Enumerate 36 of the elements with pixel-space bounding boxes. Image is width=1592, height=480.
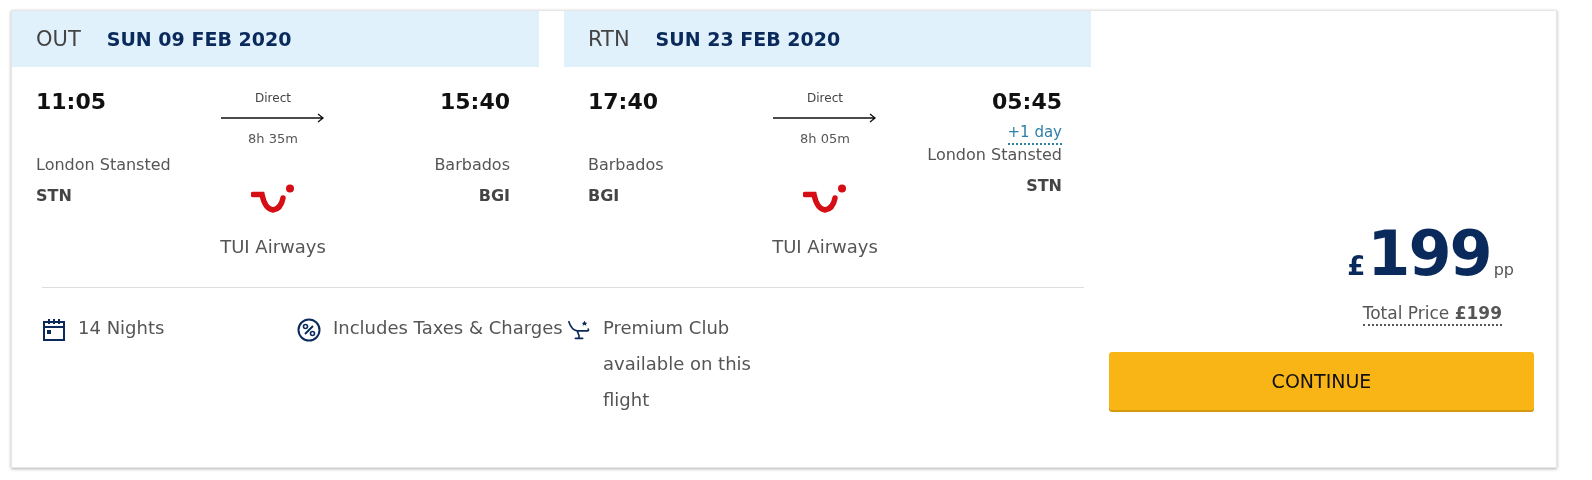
percent-icon bbox=[297, 318, 321, 342]
feature-text: 14 Nights bbox=[78, 316, 165, 340]
arrival-city: Barbados bbox=[434, 155, 510, 174]
price-amount: 199 bbox=[1367, 219, 1491, 289]
airline-name: TUI Airways bbox=[220, 236, 326, 257]
arrival-code: BGI bbox=[478, 186, 510, 205]
stops-label: Direct bbox=[255, 91, 291, 105]
arrow-icon bbox=[221, 113, 325, 123]
reclining-seat-icon bbox=[567, 318, 591, 342]
leg-date: SUN 09 FEB 2020 bbox=[106, 28, 292, 50]
calendar-icon bbox=[42, 318, 66, 342]
price-unit: pp bbox=[1493, 260, 1514, 279]
departure-city: London Stansted bbox=[36, 155, 172, 174]
arrival-time: 05:45 bbox=[991, 89, 1062, 116]
stops-label: Direct bbox=[807, 91, 843, 105]
flight-duration: 8h 35m bbox=[248, 131, 298, 146]
airline-name: TUI Airways bbox=[772, 236, 878, 257]
continue-button[interactable]: CONTINUE bbox=[1109, 352, 1534, 410]
departure-code: STN bbox=[36, 186, 73, 205]
leg-date: SUN 23 FEB 2020 bbox=[655, 28, 841, 50]
arrow-icon bbox=[773, 113, 877, 123]
departure-time: 11:05 bbox=[36, 89, 108, 116]
currency-symbol: £ bbox=[1347, 251, 1366, 281]
arrival-city: London Stansted bbox=[927, 145, 1062, 164]
departure-city: Barbados bbox=[588, 155, 665, 174]
arrival-code: STN bbox=[1026, 176, 1062, 195]
day-offset-link[interactable]: +1 day bbox=[1007, 123, 1062, 145]
leg-direction: RTN bbox=[588, 27, 630, 51]
total-price: Total Price £199 bbox=[1362, 303, 1502, 326]
arrival-time: 15:40 bbox=[439, 89, 510, 116]
flight-duration: 8h 05m bbox=[800, 131, 850, 146]
feature-text: Includes Taxes & Charges bbox=[333, 316, 563, 340]
leg-direction: OUT bbox=[36, 27, 81, 51]
departure-code: BGI bbox=[588, 186, 621, 205]
departure-time: 17:40 bbox=[588, 89, 660, 116]
feature-text: Premium Club available on this flight bbox=[603, 316, 752, 412]
